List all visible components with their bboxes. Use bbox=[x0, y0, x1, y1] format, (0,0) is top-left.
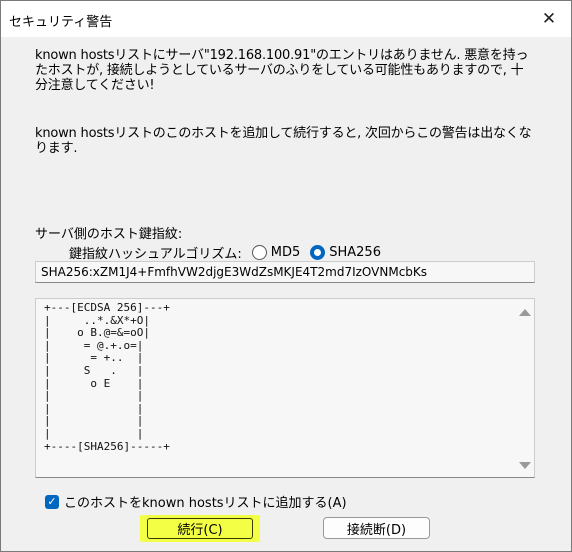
continue-button-label[interactable]: 続行(C) bbox=[147, 518, 253, 539]
radio-sha256-label[interactable]: SHA256 bbox=[329, 245, 381, 260]
close-button[interactable]: ✕ bbox=[535, 7, 563, 31]
continue-button[interactable]: 続行(C) bbox=[140, 515, 260, 542]
add-known-hosts-label[interactable]: このホストをknown hostsリストに追加する(A) bbox=[64, 492, 347, 511]
radio-md5-circle[interactable] bbox=[251, 245, 267, 260]
add-known-hosts-option[interactable]: ✓ このホストをknown hostsリストに追加する(A) bbox=[45, 492, 347, 511]
title-bar: セキュリティ警告 ✕ bbox=[1, 1, 571, 37]
randomart-scrollbar[interactable] bbox=[518, 301, 532, 475]
warning-text-1: known hostsリストにサーバ"192.168.100.91"のエントリは… bbox=[35, 48, 529, 93]
warning-text-2: known hostsリストのこのホストを追加して続行すると, 次回からこの警告… bbox=[35, 126, 532, 156]
scroll-down-icon[interactable] bbox=[519, 462, 531, 469]
disconnect-button[interactable]: 接続断(D) bbox=[323, 517, 430, 539]
dialog-title: セキュリティ警告 bbox=[9, 15, 113, 30]
randomart-text: +---[ECDSA 256]---+ | ..*.&X*+O| | o B.@… bbox=[44, 301, 170, 453]
radio-sha256-circle[interactable] bbox=[310, 245, 326, 260]
fingerprint-label: サーバ側のホスト鍵指紋: bbox=[35, 227, 183, 242]
close-icon: ✕ bbox=[541, 9, 557, 29]
randomart-box[interactable]: +---[ECDSA 256]---+ | ..*.&X*+O| | o B.@… bbox=[35, 298, 535, 478]
security-warning-dialog: セキュリティ警告 ✕ known hostsリストにサーバ"192.168.10… bbox=[0, 0, 572, 552]
hash-algorithm-row: 鍵指紋ハッシュアルゴリズム: MD5 SHA256 bbox=[69, 243, 381, 262]
radio-sha256[interactable]: SHA256 bbox=[310, 245, 381, 260]
radio-md5[interactable]: MD5 bbox=[251, 245, 301, 260]
radio-md5-label[interactable]: MD5 bbox=[271, 245, 301, 260]
scroll-up-icon[interactable] bbox=[519, 309, 531, 316]
fingerprint-field[interactable]: SHA256:xZM1J4+FmfhVW2djgE3WdZsMKJE4T2md7… bbox=[35, 261, 535, 283]
hash-algorithm-label: 鍵指紋ハッシュアルゴリズム: bbox=[69, 247, 242, 262]
add-known-hosts-checkbox[interactable]: ✓ bbox=[45, 494, 59, 509]
